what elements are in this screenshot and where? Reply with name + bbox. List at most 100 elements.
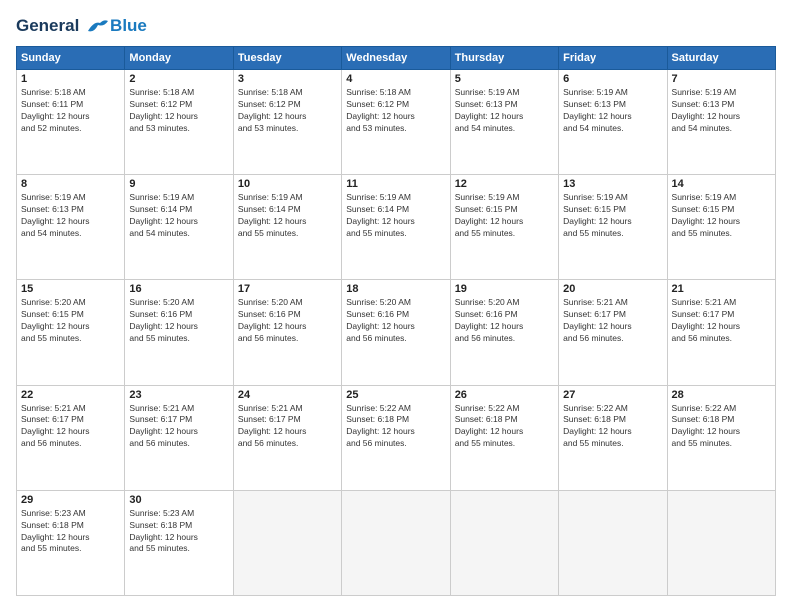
daylight-label: Daylight: 12 hours: [455, 321, 524, 331]
calendar-day-cell: 11 Sunrise: 5:19 AM Sunset: 6:14 PM Dayl…: [342, 175, 450, 280]
daylight-minutes: and 55 minutes.: [672, 228, 732, 238]
daylight-label: Daylight: 12 hours: [238, 216, 307, 226]
day-number: 29: [21, 494, 120, 506]
daylight-minutes: and 56 minutes.: [455, 333, 515, 343]
calendar-day-cell: 18 Sunrise: 5:20 AM Sunset: 6:16 PM Dayl…: [342, 280, 450, 385]
calendar-day-cell: [450, 490, 558, 595]
calendar-week-row: 22 Sunrise: 5:21 AM Sunset: 6:17 PM Dayl…: [17, 385, 776, 490]
daylight-minutes: and 54 minutes.: [129, 228, 189, 238]
logo-bird-icon: [86, 17, 108, 35]
daylight-minutes: and 52 minutes.: [21, 123, 81, 133]
day-number: 16: [129, 283, 228, 295]
day-number: 24: [238, 389, 337, 401]
sunrise-label: Sunrise: 5:19 AM: [672, 192, 737, 202]
sunset-label: Sunset: 6:11 PM: [21, 99, 83, 109]
calendar-day-cell: 27 Sunrise: 5:22 AM Sunset: 6:18 PM Dayl…: [559, 385, 667, 490]
calendar-day-cell: 3 Sunrise: 5:18 AM Sunset: 6:12 PM Dayli…: [233, 70, 341, 175]
calendar-day-cell: [559, 490, 667, 595]
calendar-table: SundayMondayTuesdayWednesdayThursdayFrid…: [16, 46, 776, 596]
day-info: Sunrise: 5:19 AM Sunset: 6:14 PM Dayligh…: [346, 192, 445, 240]
page-header: General Blue: [16, 16, 776, 36]
day-info: Sunrise: 5:19 AM Sunset: 6:15 PM Dayligh…: [455, 192, 554, 240]
daylight-minutes: and 55 minutes.: [563, 438, 623, 448]
sunrise-label: Sunrise: 5:20 AM: [346, 297, 411, 307]
sunrise-label: Sunrise: 5:18 AM: [238, 87, 303, 97]
daylight-minutes: and 55 minutes.: [672, 438, 732, 448]
day-number: 23: [129, 389, 228, 401]
day-number: 19: [455, 283, 554, 295]
day-number: 10: [238, 178, 337, 190]
sunset-label: Sunset: 6:14 PM: [238, 204, 301, 214]
sunset-label: Sunset: 6:12 PM: [238, 99, 301, 109]
day-info: Sunrise: 5:20 AM Sunset: 6:16 PM Dayligh…: [346, 297, 445, 345]
day-number: 27: [563, 389, 662, 401]
calendar-day-cell: 29 Sunrise: 5:23 AM Sunset: 6:18 PM Dayl…: [17, 490, 125, 595]
calendar-week-row: 1 Sunrise: 5:18 AM Sunset: 6:11 PM Dayli…: [17, 70, 776, 175]
daylight-minutes: and 55 minutes.: [21, 543, 81, 553]
day-number: 6: [563, 73, 662, 85]
calendar-day-cell: 12 Sunrise: 5:19 AM Sunset: 6:15 PM Dayl…: [450, 175, 558, 280]
day-info: Sunrise: 5:20 AM Sunset: 6:16 PM Dayligh…: [129, 297, 228, 345]
daylight-minutes: and 55 minutes.: [563, 228, 623, 238]
daylight-minutes: and 54 minutes.: [455, 123, 515, 133]
daylight-label: Daylight: 12 hours: [563, 216, 632, 226]
calendar-header-wednesday: Wednesday: [342, 47, 450, 70]
daylight-label: Daylight: 12 hours: [346, 216, 415, 226]
daylight-label: Daylight: 12 hours: [672, 426, 741, 436]
day-info: Sunrise: 5:20 AM Sunset: 6:16 PM Dayligh…: [238, 297, 337, 345]
daylight-label: Daylight: 12 hours: [21, 321, 90, 331]
sunset-label: Sunset: 6:17 PM: [238, 414, 301, 424]
sunset-label: Sunset: 6:13 PM: [672, 99, 735, 109]
sunset-label: Sunset: 6:16 PM: [346, 309, 409, 319]
sunrise-label: Sunrise: 5:19 AM: [563, 87, 628, 97]
daylight-minutes: and 54 minutes.: [563, 123, 623, 133]
day-info: Sunrise: 5:19 AM Sunset: 6:15 PM Dayligh…: [672, 192, 771, 240]
daylight-label: Daylight: 12 hours: [129, 321, 198, 331]
day-info: Sunrise: 5:22 AM Sunset: 6:18 PM Dayligh…: [346, 403, 445, 451]
sunrise-label: Sunrise: 5:18 AM: [346, 87, 411, 97]
daylight-minutes: and 55 minutes.: [129, 543, 189, 553]
day-number: 17: [238, 283, 337, 295]
sunrise-label: Sunrise: 5:19 AM: [455, 87, 520, 97]
sunrise-label: Sunrise: 5:20 AM: [129, 297, 194, 307]
sunrise-label: Sunrise: 5:19 AM: [21, 192, 86, 202]
day-info: Sunrise: 5:18 AM Sunset: 6:12 PM Dayligh…: [238, 87, 337, 135]
daylight-label: Daylight: 12 hours: [346, 426, 415, 436]
calendar-day-cell: 16 Sunrise: 5:20 AM Sunset: 6:16 PM Dayl…: [125, 280, 233, 385]
daylight-minutes: and 53 minutes.: [346, 123, 406, 133]
day-number: 14: [672, 178, 771, 190]
day-number: 8: [21, 178, 120, 190]
sunset-label: Sunset: 6:18 PM: [129, 520, 192, 530]
calendar-day-cell: [667, 490, 775, 595]
calendar-header-monday: Monday: [125, 47, 233, 70]
sunset-label: Sunset: 6:13 PM: [455, 99, 518, 109]
day-info: Sunrise: 5:21 AM Sunset: 6:17 PM Dayligh…: [672, 297, 771, 345]
sunset-label: Sunset: 6:18 PM: [672, 414, 735, 424]
sunset-label: Sunset: 6:12 PM: [346, 99, 409, 109]
day-info: Sunrise: 5:23 AM Sunset: 6:18 PM Dayligh…: [21, 508, 120, 556]
daylight-label: Daylight: 12 hours: [346, 111, 415, 121]
daylight-minutes: and 55 minutes.: [129, 333, 189, 343]
calendar-week-row: 15 Sunrise: 5:20 AM Sunset: 6:15 PM Dayl…: [17, 280, 776, 385]
sunset-label: Sunset: 6:18 PM: [563, 414, 626, 424]
daylight-minutes: and 55 minutes.: [455, 438, 515, 448]
day-info: Sunrise: 5:21 AM Sunset: 6:17 PM Dayligh…: [563, 297, 662, 345]
day-number: 20: [563, 283, 662, 295]
day-number: 7: [672, 73, 771, 85]
daylight-minutes: and 53 minutes.: [129, 123, 189, 133]
calendar-day-cell: [342, 490, 450, 595]
sunset-label: Sunset: 6:14 PM: [346, 204, 409, 214]
calendar-day-cell: 4 Sunrise: 5:18 AM Sunset: 6:12 PM Dayli…: [342, 70, 450, 175]
calendar-day-cell: 28 Sunrise: 5:22 AM Sunset: 6:18 PM Dayl…: [667, 385, 775, 490]
calendar-day-cell: 13 Sunrise: 5:19 AM Sunset: 6:15 PM Dayl…: [559, 175, 667, 280]
calendar-day-cell: 14 Sunrise: 5:19 AM Sunset: 6:15 PM Dayl…: [667, 175, 775, 280]
sunrise-label: Sunrise: 5:19 AM: [455, 192, 520, 202]
sunrise-label: Sunrise: 5:18 AM: [21, 87, 86, 97]
day-info: Sunrise: 5:21 AM Sunset: 6:17 PM Dayligh…: [238, 403, 337, 451]
daylight-minutes: and 56 minutes.: [129, 438, 189, 448]
day-number: 22: [21, 389, 120, 401]
day-info: Sunrise: 5:22 AM Sunset: 6:18 PM Dayligh…: [563, 403, 662, 451]
calendar-day-cell: 25 Sunrise: 5:22 AM Sunset: 6:18 PM Dayl…: [342, 385, 450, 490]
calendar-day-cell: 8 Sunrise: 5:19 AM Sunset: 6:13 PM Dayli…: [17, 175, 125, 280]
sunrise-label: Sunrise: 5:19 AM: [238, 192, 303, 202]
